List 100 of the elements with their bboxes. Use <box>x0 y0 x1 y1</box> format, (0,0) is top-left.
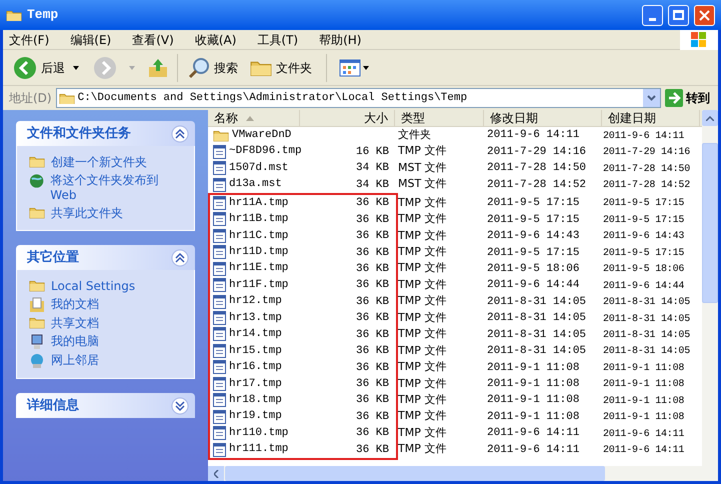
file-name[interactable]: hr11C.tmp <box>229 228 288 244</box>
task-link[interactable]: 共享文档 <box>51 316 99 331</box>
modified-date: 2011-8-31 14:05 <box>487 328 586 341</box>
modified-date: 2011-9-1 11:08 <box>487 362 580 374</box>
file-size: 36 KB <box>356 410 389 423</box>
file-type: TMP 文件 <box>398 261 446 274</box>
file-size: 36 KB <box>356 394 389 406</box>
file-name[interactable]: d13a.mst <box>229 176 282 193</box>
modified-date: 2011-8-31 14:05 <box>487 345 586 358</box>
modified-date: 2011-9-5 18:06 <box>487 262 580 275</box>
file-name[interactable]: hr13.tmp <box>229 310 282 326</box>
modified-date: 2011-7-29 14:16 <box>487 146 586 158</box>
file-size: 36 KB <box>356 197 389 210</box>
file-size: 36 KB <box>356 262 389 275</box>
file-type: TMP 文件 <box>398 245 446 258</box>
file-size: 34 KB <box>356 178 389 191</box>
file-name[interactable]: ~DF8D96.tmp <box>229 143 302 160</box>
file-name[interactable]: hr19.tmp <box>229 408 282 425</box>
file-size: 36 KB <box>356 246 389 259</box>
file-name[interactable]: hr11B.tmp <box>229 211 288 228</box>
created-date: 2011-9-6 14:11 <box>603 428 684 440</box>
modified-date: 2011-9-1 11:08 <box>487 410 580 423</box>
created-date: 2011-9-1 11:08 <box>603 362 684 374</box>
created-date: 2011-8-31 14:05 <box>603 297 690 308</box>
go-button[interactable]: 转到 <box>665 89 718 107</box>
file-type: TMP 文件 <box>398 344 446 357</box>
column-header[interactable]: 名称 <box>208 110 300 126</box>
file-name[interactable]: hr18.tmp <box>229 392 282 408</box>
menu-item[interactable]: 工具(T) <box>257 30 298 48</box>
modified-date: 2011-9-6 14:43 <box>487 230 580 242</box>
modified-date: 2011-9-6 14:11 <box>487 129 580 142</box>
file-type: TMP 文件 <box>398 196 446 209</box>
file-type: 文件夹 <box>398 128 431 141</box>
menu-item[interactable]: 帮助(H) <box>319 30 362 48</box>
file-type: TMP 文件 <box>398 426 446 439</box>
file-size: 36 KB <box>356 378 389 390</box>
file-type: TMP 文件 <box>398 212 446 226</box>
file-name[interactable]: hr11F.tmp <box>229 276 288 294</box>
file-size: 16 KB <box>356 146 389 158</box>
file-type: TMP 文件 <box>398 144 446 158</box>
created-date: 2011-9-1 11:08 <box>603 379 684 390</box>
task-link[interactable]: Local Settings <box>51 279 136 294</box>
created-date: 2011-9-6 14:43 <box>603 231 684 242</box>
file-name[interactable]: hr16.tmp <box>229 359 282 376</box>
file-name[interactable]: hr110.tmp <box>229 424 288 442</box>
file-name[interactable]: hr11D.tmp <box>229 244 288 261</box>
file-name[interactable]: hr15.tmp <box>229 342 282 360</box>
menu-item[interactable]: 编辑(E) <box>70 30 112 48</box>
file-type: TMP 文件 <box>398 310 446 324</box>
file-type: MST 文件 <box>398 160 447 174</box>
file-type: TMP 文件 <box>398 327 446 340</box>
file-size: 36 KB <box>356 362 389 374</box>
file-size: 36 KB <box>356 345 389 358</box>
file-name[interactable]: hr17.tmp <box>229 376 282 392</box>
panel-header[interactable]: 其它位置 <box>16 245 195 270</box>
file-size: 36 KB <box>356 279 389 292</box>
created-date: 2011-9-6 14:11 <box>603 445 684 456</box>
menu-item[interactable]: 收藏(A) <box>194 30 236 48</box>
modified-date: 2011-7-28 14:52 <box>487 178 586 191</box>
modified-date: 2011-9-6 14:44 <box>487 279 580 292</box>
created-date: 2011-8-31 14:05 <box>603 314 690 325</box>
column-header[interactable]: 类型 <box>395 110 484 126</box>
file-name[interactable]: hr11A.tmp <box>229 194 288 212</box>
file-name[interactable]: hr12.tmp <box>229 293 282 310</box>
modified-date: 2011-9-1 11:08 <box>487 394 580 406</box>
task-link[interactable]: 我的电脑 <box>51 334 99 349</box>
created-date: 2011-9-5 17:15 <box>603 248 684 259</box>
folders-button[interactable]: 文件夹 <box>244 58 318 76</box>
file-name[interactable]: hr111.tmp <box>229 441 288 458</box>
file-name[interactable]: VMwareDnD <box>232 126 292 144</box>
panel-header[interactable]: 文件和文件夹任务 <box>16 121 195 146</box>
task-link[interactable]: 我的文档 <box>51 297 99 312</box>
address-field[interactable]: C:\Documents and Settings\Administrator\Local Settings\Temp <box>56 88 661 108</box>
file-size: 36 KB <box>356 444 389 456</box>
created-date: 2011-7-28 14:52 <box>603 180 690 192</box>
task-link[interactable]: 创建一个新文件夹 <box>51 155 147 170</box>
file-type: TMP 文件 <box>398 442 446 456</box>
created-date: 2011-9-1 11:08 <box>603 412 684 424</box>
column-header[interactable]: 修改日期 <box>484 110 602 126</box>
column-header[interactable]: 大小 <box>300 110 395 126</box>
file-name[interactable]: 1507d.mst <box>229 160 288 176</box>
file-name[interactable]: hr11E.tmp <box>229 260 288 277</box>
back-button[interactable]: 后退 <box>13 56 69 80</box>
modified-date: 2011-9-6 14:11 <box>487 444 580 456</box>
panel-header[interactable]: 详细信息 <box>16 393 195 418</box>
task-link[interactable]: 将这个文件夹发布到 Web <box>50 173 182 203</box>
menu-item[interactable]: 文件(F) <box>9 30 50 48</box>
task-link[interactable]: 共享此文件夹 <box>51 206 123 221</box>
task-link[interactable]: 网上邻居 <box>51 353 99 368</box>
search-button[interactable]: 搜索 <box>186 56 240 78</box>
menu-item[interactable]: 查看(V) <box>132 30 174 48</box>
modified-date: 2011-8-31 14:05 <box>487 312 586 324</box>
modified-date: 2011-9-5 17:15 <box>487 214 580 226</box>
file-name[interactable]: hr14.tmp <box>229 326 282 343</box>
created-date: 2011-9-1 11:08 <box>603 396 684 407</box>
file-type: TMP 文件 <box>398 278 446 291</box>
column-header[interactable]: 创建日期 <box>602 110 700 126</box>
file-size: 36 KB <box>356 296 389 308</box>
file-type: TMP 文件 <box>398 376 446 390</box>
modified-date: 2011-8-31 14:05 <box>487 296 586 308</box>
